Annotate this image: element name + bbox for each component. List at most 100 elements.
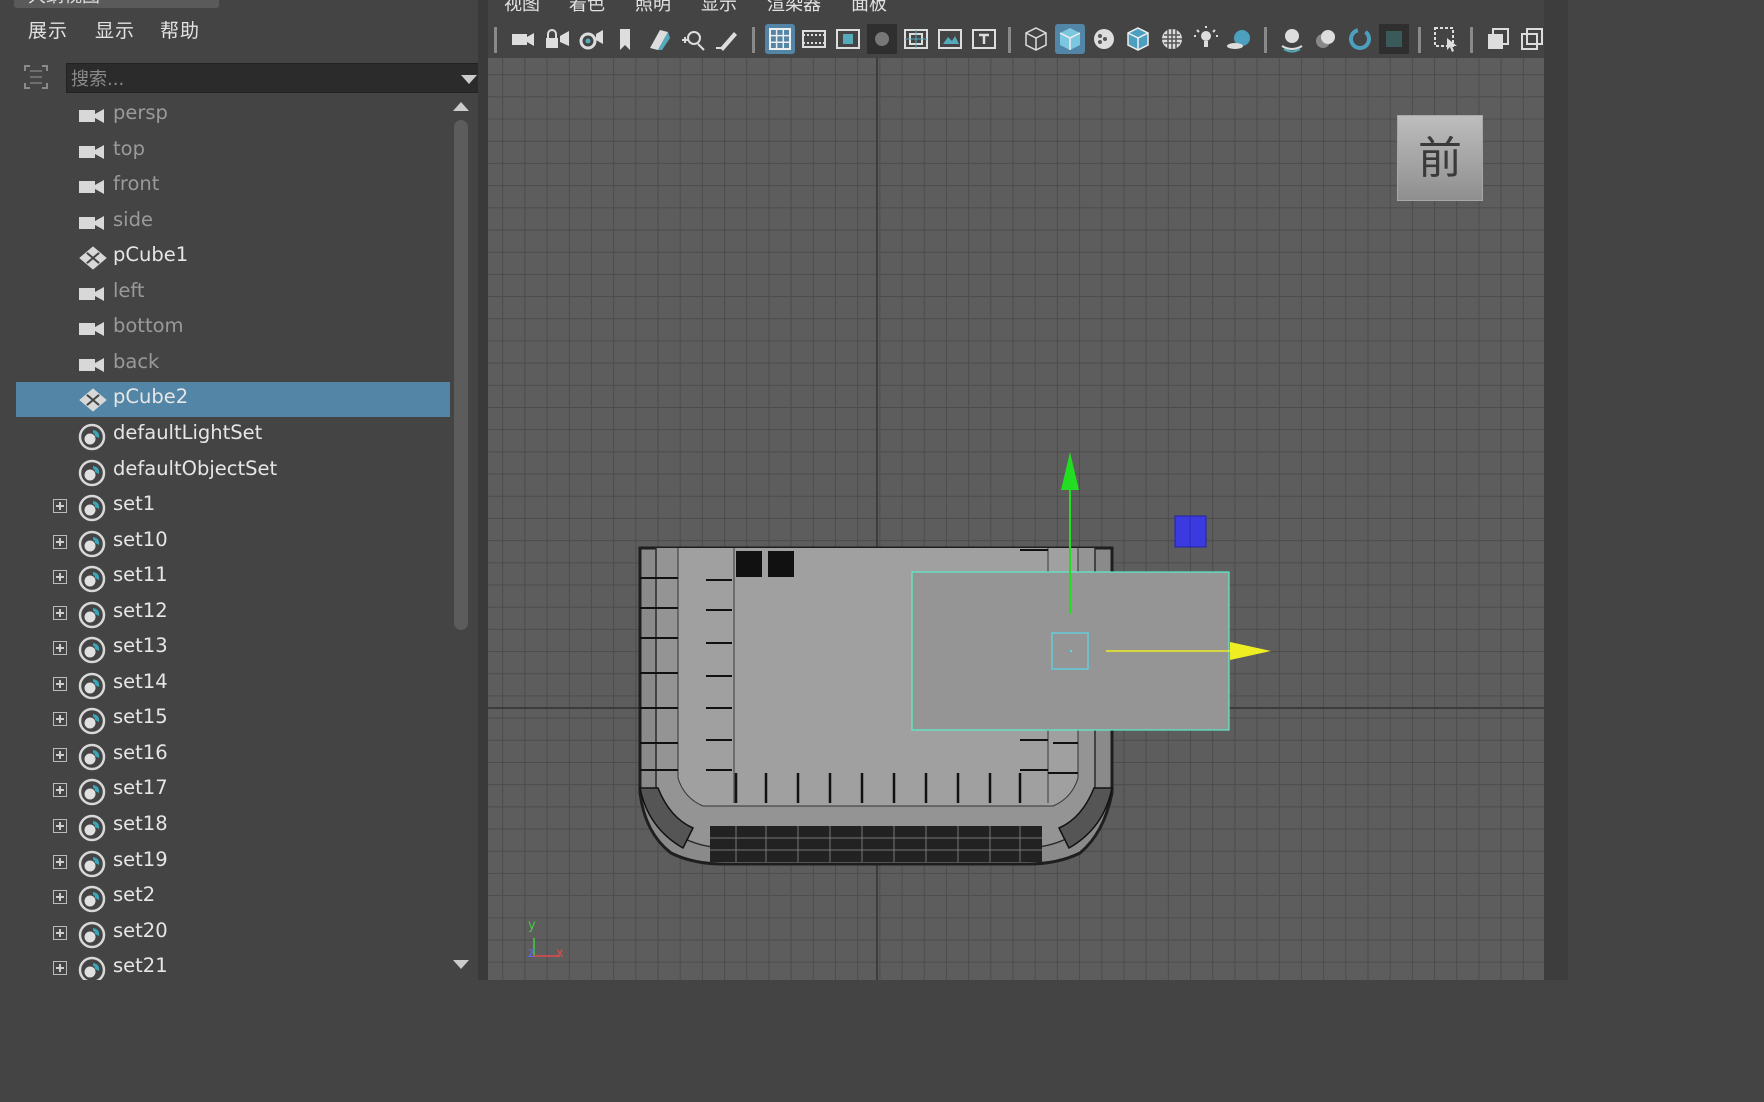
outliner-item-set19[interactable]: set19 (16, 845, 450, 880)
film-gate-icon[interactable] (799, 24, 829, 54)
outliner-item-defaultobjectset[interactable]: defaultObjectSet (16, 454, 450, 489)
outliner-item-label: set1 (113, 492, 156, 516)
grid-icon[interactable] (765, 24, 795, 54)
expand-plus-icon[interactable] (53, 783, 67, 798)
expand-plus-icon[interactable] (53, 641, 67, 656)
expand-plus-icon[interactable] (53, 534, 67, 549)
toolbar-separator (1008, 27, 1011, 53)
outliner-item-label: bottom (113, 314, 184, 338)
bottom-panel-grid (710, 826, 1042, 862)
motion-blur-icon[interactable] (1311, 24, 1341, 54)
outliner-item-back[interactable]: back (16, 347, 450, 382)
outliner-item-set17[interactable]: set17 (16, 773, 450, 808)
lock-camera-icon[interactable] (542, 24, 572, 54)
view-cube-label: 前 (1418, 133, 1462, 184)
outliner-item-set20[interactable]: set20 (16, 916, 450, 951)
panel-divider[interactable] (478, 0, 488, 980)
toolbar-separator (752, 27, 755, 53)
isolate-select-icon[interactable] (1431, 24, 1461, 54)
outliner-item-set15[interactable]: set15 (16, 702, 450, 737)
expand-plus-icon[interactable] (53, 925, 67, 940)
wireframe-on-shaded-icon[interactable] (1123, 24, 1153, 54)
anti-aliasing-icon[interactable] (1345, 24, 1375, 54)
expand-plus-icon[interactable] (53, 854, 67, 869)
search-input[interactable] (67, 64, 433, 94)
menu-shading[interactable]: 着色 (569, 0, 605, 16)
image-plane-icon[interactable] (644, 24, 674, 54)
smooth-shade-icon[interactable] (1055, 24, 1085, 54)
resolution-gate-icon[interactable] (833, 24, 863, 54)
menu-view[interactable]: 视图 (504, 0, 540, 16)
outliner-item-persp[interactable]: persp (16, 98, 450, 133)
wireframe-icon[interactable] (1021, 24, 1051, 54)
expand-plus-icon[interactable] (53, 961, 67, 976)
expand-plus-icon[interactable] (53, 819, 67, 833)
view-cube-front[interactable]: 前 (1397, 115, 1483, 201)
outliner-item-left[interactable]: left (16, 276, 450, 311)
outliner-item-label: pCube1 (113, 243, 189, 267)
front-viewport[interactable]: y z x 前 (488, 58, 1544, 980)
menu-lighting[interactable]: 照明 (635, 0, 671, 16)
shade-default-material-icon[interactable] (1089, 24, 1119, 54)
camera-icon (78, 352, 106, 378)
outliner-item-set14[interactable]: set14 (16, 667, 450, 702)
menu-panels[interactable]: 面板 (851, 0, 887, 16)
outliner-item-label: set20 (113, 918, 168, 942)
outliner-item-pcube2[interactable]: pCube2 (16, 382, 450, 418)
outliner-item-set2[interactable]: set2 (16, 880, 450, 915)
screen-space-ao-icon[interactable] (1277, 24, 1307, 54)
scroll-thumb[interactable] (454, 120, 468, 630)
outliner-item-set1[interactable]: set1 (16, 489, 450, 524)
use-all-lights-icon[interactable] (1191, 24, 1221, 54)
scroll-up-icon[interactable] (453, 102, 469, 111)
xray-joints-icon[interactable] (1517, 24, 1547, 54)
expand-plus-icon[interactable] (53, 499, 67, 514)
outliner-item-set13[interactable]: set13 (16, 631, 450, 666)
set-icon (78, 850, 106, 877)
filter-icon[interactable] (22, 63, 50, 91)
outliner-item-set10[interactable]: set10 (16, 525, 450, 560)
menu-show[interactable]: 显示 (95, 16, 135, 43)
outliner-item-top[interactable]: top (16, 134, 450, 169)
grease-pencil-icon[interactable] (712, 24, 742, 54)
select-camera-icon[interactable] (508, 24, 538, 54)
textured-icon[interactable] (1157, 24, 1187, 54)
2d-pan-zoom-icon[interactable] (678, 24, 708, 54)
outliner-scrollbar[interactable] (452, 98, 470, 980)
depth-of-field-icon[interactable] (1379, 24, 1409, 54)
outliner-title-tab[interactable]: 大纲视图 (14, 0, 219, 8)
outliner-item-side[interactable]: side (16, 205, 450, 240)
safe-action-icon[interactable] (935, 24, 965, 54)
menu-display[interactable]: 展示 (28, 16, 68, 43)
menu-show-vp[interactable]: 显示 (701, 0, 737, 16)
camera-attributes-icon[interactable] (576, 24, 606, 54)
xray-icon[interactable] (1483, 24, 1513, 54)
gate-mask-icon[interactable] (867, 24, 897, 54)
menu-renderer[interactable]: 渲染器 (767, 0, 821, 16)
field-chart-icon[interactable] (901, 24, 931, 54)
outliner-item-set21[interactable]: set21 (16, 951, 450, 980)
expand-plus-icon[interactable] (53, 890, 67, 905)
outliner-item-label: set18 (113, 812, 168, 835)
outliner-item-bottom[interactable]: bottom (16, 311, 450, 346)
outliner-item-pcube1[interactable]: pCube1 (16, 240, 450, 275)
expand-plus-icon[interactable] (53, 747, 67, 762)
outliner-item-front[interactable]: front (16, 169, 450, 204)
scroll-down-icon[interactable] (453, 960, 469, 969)
expand-plus-icon[interactable] (53, 712, 67, 727)
expand-plus-icon[interactable] (53, 676, 67, 691)
outliner-item-defaultlightset[interactable]: defaultLightSet (16, 418, 450, 453)
outliner-item-set12[interactable]: set12 (16, 596, 450, 631)
chevron-down-icon[interactable] (461, 75, 477, 84)
outliner-item-set11[interactable]: set11 (16, 560, 450, 595)
outliner-item-label: back (113, 349, 160, 373)
outliner-item-set16[interactable]: set16 (16, 738, 450, 773)
menu-help[interactable]: 帮助 (160, 16, 200, 43)
search-row (18, 60, 486, 96)
shadows-icon[interactable] (1225, 24, 1255, 54)
bookmark-icon[interactable] (610, 24, 640, 54)
expand-plus-icon[interactable] (53, 605, 67, 620)
safe-title-icon[interactable] (969, 24, 999, 54)
outliner-item-set18[interactable]: set18 (16, 809, 450, 844)
expand-plus-icon[interactable] (53, 570, 67, 585)
